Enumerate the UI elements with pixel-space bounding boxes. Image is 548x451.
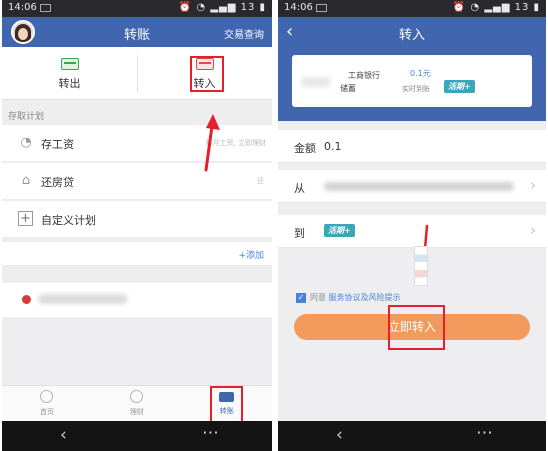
agreement-link[interactable]: 服务协议及风险提示 — [329, 293, 401, 302]
card-out-icon — [60, 58, 79, 70]
piggy-bank-icon: ◔ — [20, 135, 32, 150]
account-banner: 工商银行 储蓄 0.1元 实时到账 活期+ — [278, 47, 546, 121]
to-label: 到 — [294, 227, 305, 240]
bank-logo-icon — [22, 295, 31, 304]
blurred-account-text — [38, 294, 128, 304]
highlight-box-transfer-in — [190, 56, 224, 92]
back-icon[interactable]: ‹ — [60, 425, 67, 445]
available-amount: 0.1元 — [410, 69, 431, 78]
from-label: 从 — [294, 182, 305, 195]
tab-label: 首页 — [39, 408, 54, 416]
status-bar: 14:06 ⏰ ◔ ▂▄▆ 13 ▮ — [2, 0, 272, 17]
transfer-out-tab[interactable]: 转出 — [2, 47, 137, 100]
plan-label: 还房贷 — [41, 176, 74, 189]
notification-icon — [40, 4, 51, 12]
system-nav-bar: ‹ ⋯ — [278, 421, 546, 451]
chevron-right-icon: › — [530, 221, 536, 239]
blurred-source-account — [324, 182, 514, 191]
to-account-row[interactable]: 到 活期+ › — [278, 215, 546, 248]
house-icon: ⌂ — [21, 173, 31, 188]
status-bar: 14:06 ⏰ ◔ ▂▄▆ 13 ▮ — [278, 0, 546, 17]
status-icons: ⏰ ◔ ▂▄▆ 13 ▮ — [178, 2, 266, 13]
highlight-box-transfer-tab — [210, 386, 243, 423]
status-icons: ⏰ ◔ ▂▄▆ 13 ▮ — [452, 2, 540, 13]
signal-number: 13 — [240, 2, 256, 13]
amount-value[interactable]: 0.1 — [324, 140, 342, 153]
agreement-prefix: 同意 — [310, 293, 326, 302]
amount-row[interactable]: 金额 0.1 — [278, 130, 546, 163]
add-plan-button[interactable]: +添加 — [238, 248, 264, 261]
plan-row-salary[interactable]: ◔ 存工资 每月工资, 立即理财 — [2, 125, 272, 162]
tab-home[interactable]: 首页 — [2, 390, 92, 417]
account-card[interactable]: 工商银行 储蓄 0.1元 实时到账 活期+ — [292, 55, 532, 107]
highlight-box-submit — [388, 305, 445, 350]
plan-section-title: 存取计划 — [8, 112, 45, 122]
clock-icon — [40, 390, 54, 403]
from-account-row[interactable]: 从 › — [278, 170, 546, 203]
status-time: 14:06 — [284, 2, 313, 13]
left-phone-screen: 14:06 ⏰ ◔ ▂▄▆ 13 ▮ 转账 交易查询 转出 转入 存取计划 ◔ … — [2, 0, 272, 451]
plan-row-mortgage[interactable]: ⌂ 还房贷 还 — [2, 163, 272, 200]
plus-icon: + — [18, 211, 33, 226]
plan-label: 自定义计划 — [41, 214, 96, 227]
person-icon — [130, 390, 144, 403]
transfer-tabs: 转出 转入 — [2, 47, 272, 100]
right-phone-screen: 14:06 ⏰ ◔ ▂▄▆ 13 ▮ ‹ 转入 工商银行 储蓄 0.1元 实时到… — [278, 0, 546, 451]
plan-label: 存工资 — [41, 138, 74, 151]
blurred-account-row[interactable] — [2, 283, 272, 317]
menu-dots-icon[interactable]: ⋯ — [476, 423, 493, 443]
status-time: 14:06 — [8, 2, 37, 13]
chevron-right-icon: › — [530, 176, 536, 194]
top-nav-bar: ‹ 转入 — [278, 17, 546, 47]
destination-badge: 活期+ — [324, 224, 355, 237]
plan-note: 每月工资, 立即理财 — [205, 139, 266, 147]
decorative-artifact — [414, 246, 428, 286]
agreement-line: ✓ 同意 服务协议及风险提示 — [296, 292, 401, 303]
tab-label: 理财 — [129, 408, 144, 416]
top-nav-bar: 转账 交易查询 — [2, 17, 272, 47]
product-badge: 活期+ — [444, 80, 475, 93]
tab-finance[interactable]: 理财 — [92, 390, 182, 417]
blurred-card-number — [302, 77, 330, 87]
card-type: 储蓄 — [340, 84, 356, 93]
add-plan-row: +添加 — [2, 242, 272, 266]
plan-note: 还 — [257, 177, 264, 185]
menu-dots-icon[interactable]: ⋯ — [202, 423, 219, 443]
plan-row-custom[interactable]: + 自定义计划 — [2, 201, 272, 238]
transfer-out-label: 转出 — [58, 77, 81, 90]
arrival-speed: 实时到账 — [402, 85, 430, 93]
back-icon[interactable]: ‹ — [336, 425, 343, 445]
system-nav-bar: ‹ ⋯ — [2, 421, 272, 451]
transaction-query-link[interactable]: 交易查询 — [224, 26, 264, 41]
page-title: 转入 — [398, 28, 425, 43]
agreement-checkbox[interactable]: ✓ — [296, 292, 306, 303]
bank-name: 工商银行 — [348, 71, 380, 80]
signal-number: 13 — [514, 2, 530, 13]
image-notification-icon — [316, 4, 327, 12]
amount-label: 金额 — [294, 142, 316, 155]
